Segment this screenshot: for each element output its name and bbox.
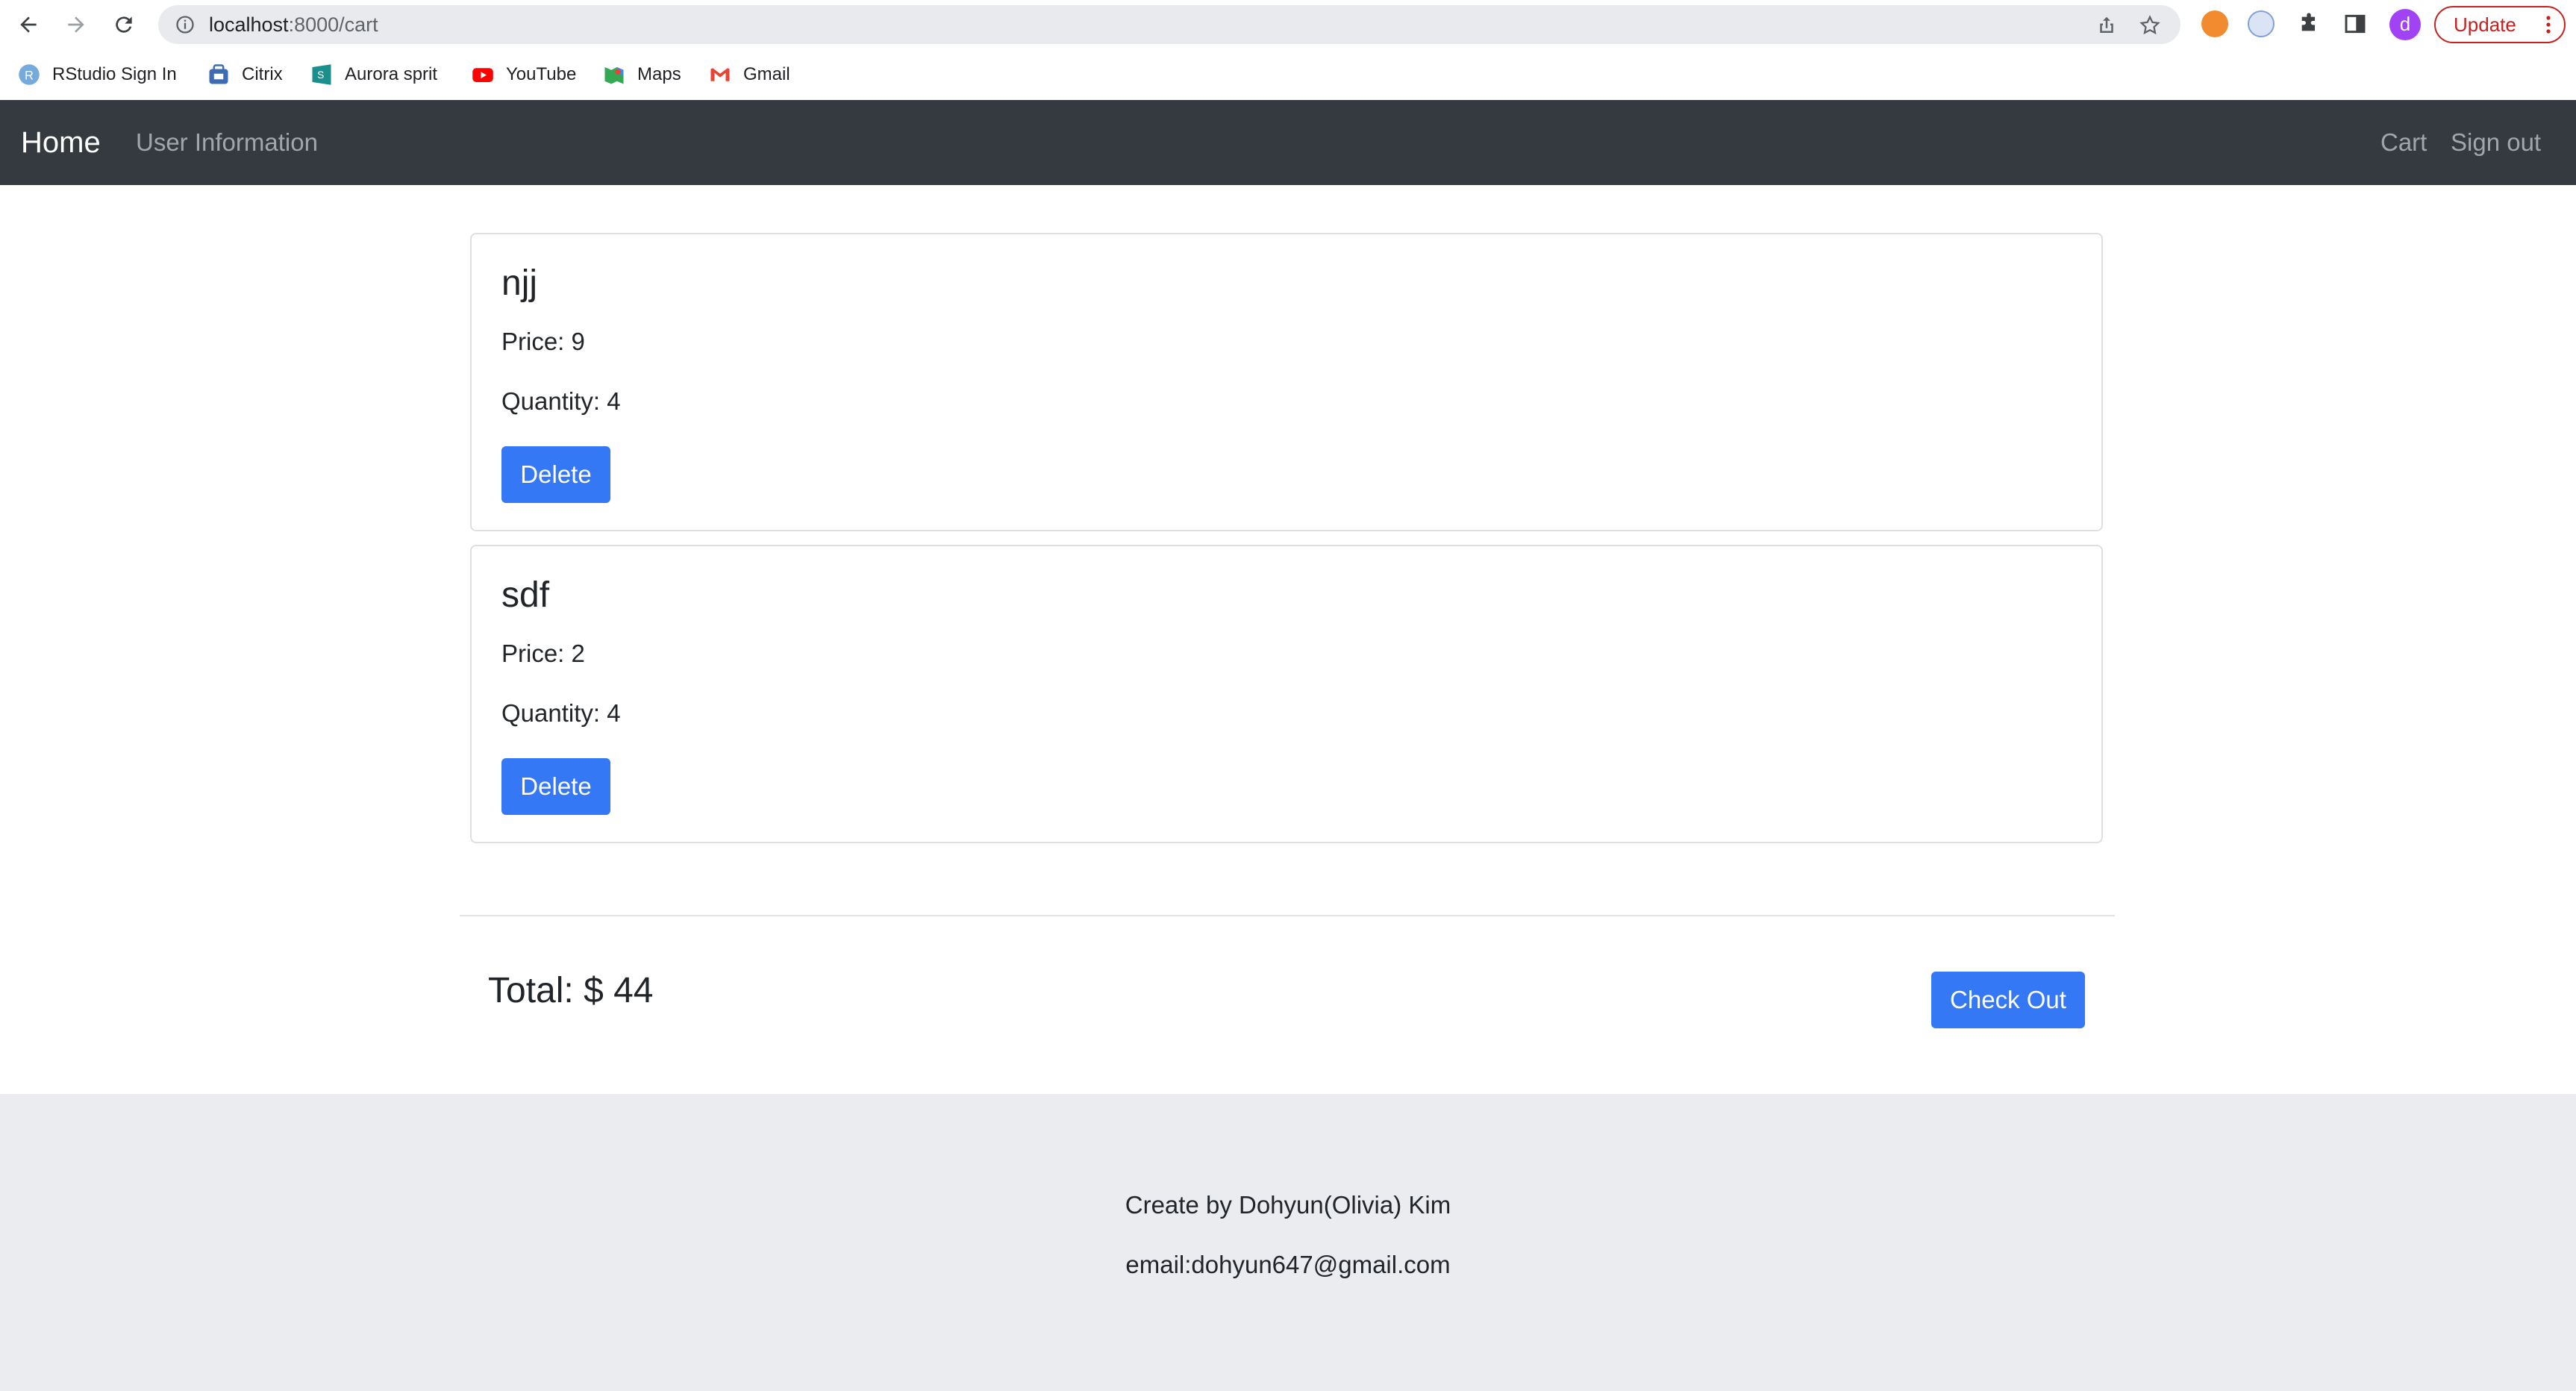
extension-orange-icon[interactable] (2201, 10, 2228, 37)
bookmark-label: RStudio Sign In (52, 64, 177, 84)
cart-item-quantity: Quantity: 4 (501, 387, 621, 415)
more-vert-icon (2546, 16, 2551, 34)
check-out-button[interactable]: Check Out (1931, 972, 2085, 1028)
nav-home-link[interactable]: Home (21, 100, 101, 185)
cart-item-card: njj Price: 9 Quantity: 4 Delete (470, 233, 2103, 531)
arrow-left-icon (20, 16, 37, 33)
arrow-right-icon (68, 16, 84, 33)
gmail-icon (710, 68, 730, 81)
update-label: Update (2454, 13, 2516, 36)
rstudio-icon: R (19, 64, 40, 85)
bookmarks-bar: R RStudio Sign In Citrix S Aurora sprit … (0, 49, 2576, 100)
bookmark-rstudio[interactable]: R RStudio Sign In (18, 63, 177, 87)
bookmark-star-icon[interactable] (2139, 14, 2161, 37)
bookmark-youtube[interactable]: YouTube (472, 63, 576, 87)
bookmark-label: Gmail (743, 64, 790, 84)
cart-item-price: Price: 9 (501, 328, 585, 355)
bookmark-gmail[interactable]: Gmail (709, 63, 790, 87)
side-panel-icon[interactable] (2343, 12, 2367, 36)
nav-user-information-link[interactable]: User Information (136, 100, 318, 185)
citrix-icon (209, 64, 228, 84)
back-button[interactable] (13, 10, 43, 40)
profile-avatar[interactable]: d (2389, 9, 2421, 40)
bookmark-citrix[interactable]: Citrix (207, 63, 283, 87)
cart-item-quantity: Quantity: 4 (501, 699, 621, 727)
footer-email: email:dohyun647@gmail.com (1125, 1251, 1451, 1278)
svg-text:R: R (25, 69, 34, 82)
bookmark-label: Maps (637, 64, 681, 84)
svg-text:S: S (317, 69, 324, 81)
cart-total: Total: $ 44 (488, 971, 654, 1010)
nav-sign-out-link[interactable]: Sign out (2451, 100, 2541, 185)
footer-credit: Create by Dohyun(Olivia) Kim (1125, 1191, 1451, 1219)
nav-cart-link[interactable]: Cart (2380, 100, 2427, 185)
forward-button[interactable] (61, 10, 91, 40)
extension-blue-icon[interactable] (2248, 10, 2275, 37)
delete-button[interactable]: Delete (501, 446, 610, 503)
site-info-icon[interactable] (175, 14, 196, 35)
extensions-puzzle-icon[interactable] (2297, 12, 2321, 36)
update-button[interactable]: Update (2434, 6, 2566, 43)
url-path: :8000/cart (288, 13, 378, 36)
share-icon[interactable] (2095, 14, 2118, 37)
aurora-icon: S (312, 64, 331, 85)
url-host: localhost (209, 13, 289, 36)
bookmark-label: Citrix (242, 64, 283, 84)
bookmark-label: YouTube (506, 64, 577, 84)
cart-item-price: Price: 2 (501, 640, 585, 667)
browser-toolbar: localhost:8000/cart d Update (0, 0, 2576, 49)
delete-button[interactable]: Delete (501, 758, 610, 815)
bookmark-label: Aurora sprit (345, 64, 438, 84)
cart-item-card: sdf Price: 2 Quantity: 4 Delete (470, 545, 2103, 843)
youtube-icon (472, 68, 493, 82)
bookmark-maps[interactable]: Maps (603, 63, 681, 87)
cart-item-name: sdf (501, 575, 550, 615)
site-navbar: Home User Information Cart Sign out (0, 100, 2576, 185)
maps-icon (604, 67, 624, 84)
reload-button[interactable] (109, 10, 139, 40)
reload-icon (116, 16, 132, 33)
url-text[interactable]: localhost:8000/cart (209, 5, 378, 44)
bookmark-aurora[interactable]: S Aurora sprit (310, 63, 437, 87)
cart-item-name: njj (501, 263, 538, 303)
divider (460, 915, 2115, 916)
page-footer: Create by Dohyun(Olivia) Kim email:dohyu… (0, 1094, 2576, 1391)
address-bar[interactable]: localhost:8000/cart (158, 5, 2180, 44)
